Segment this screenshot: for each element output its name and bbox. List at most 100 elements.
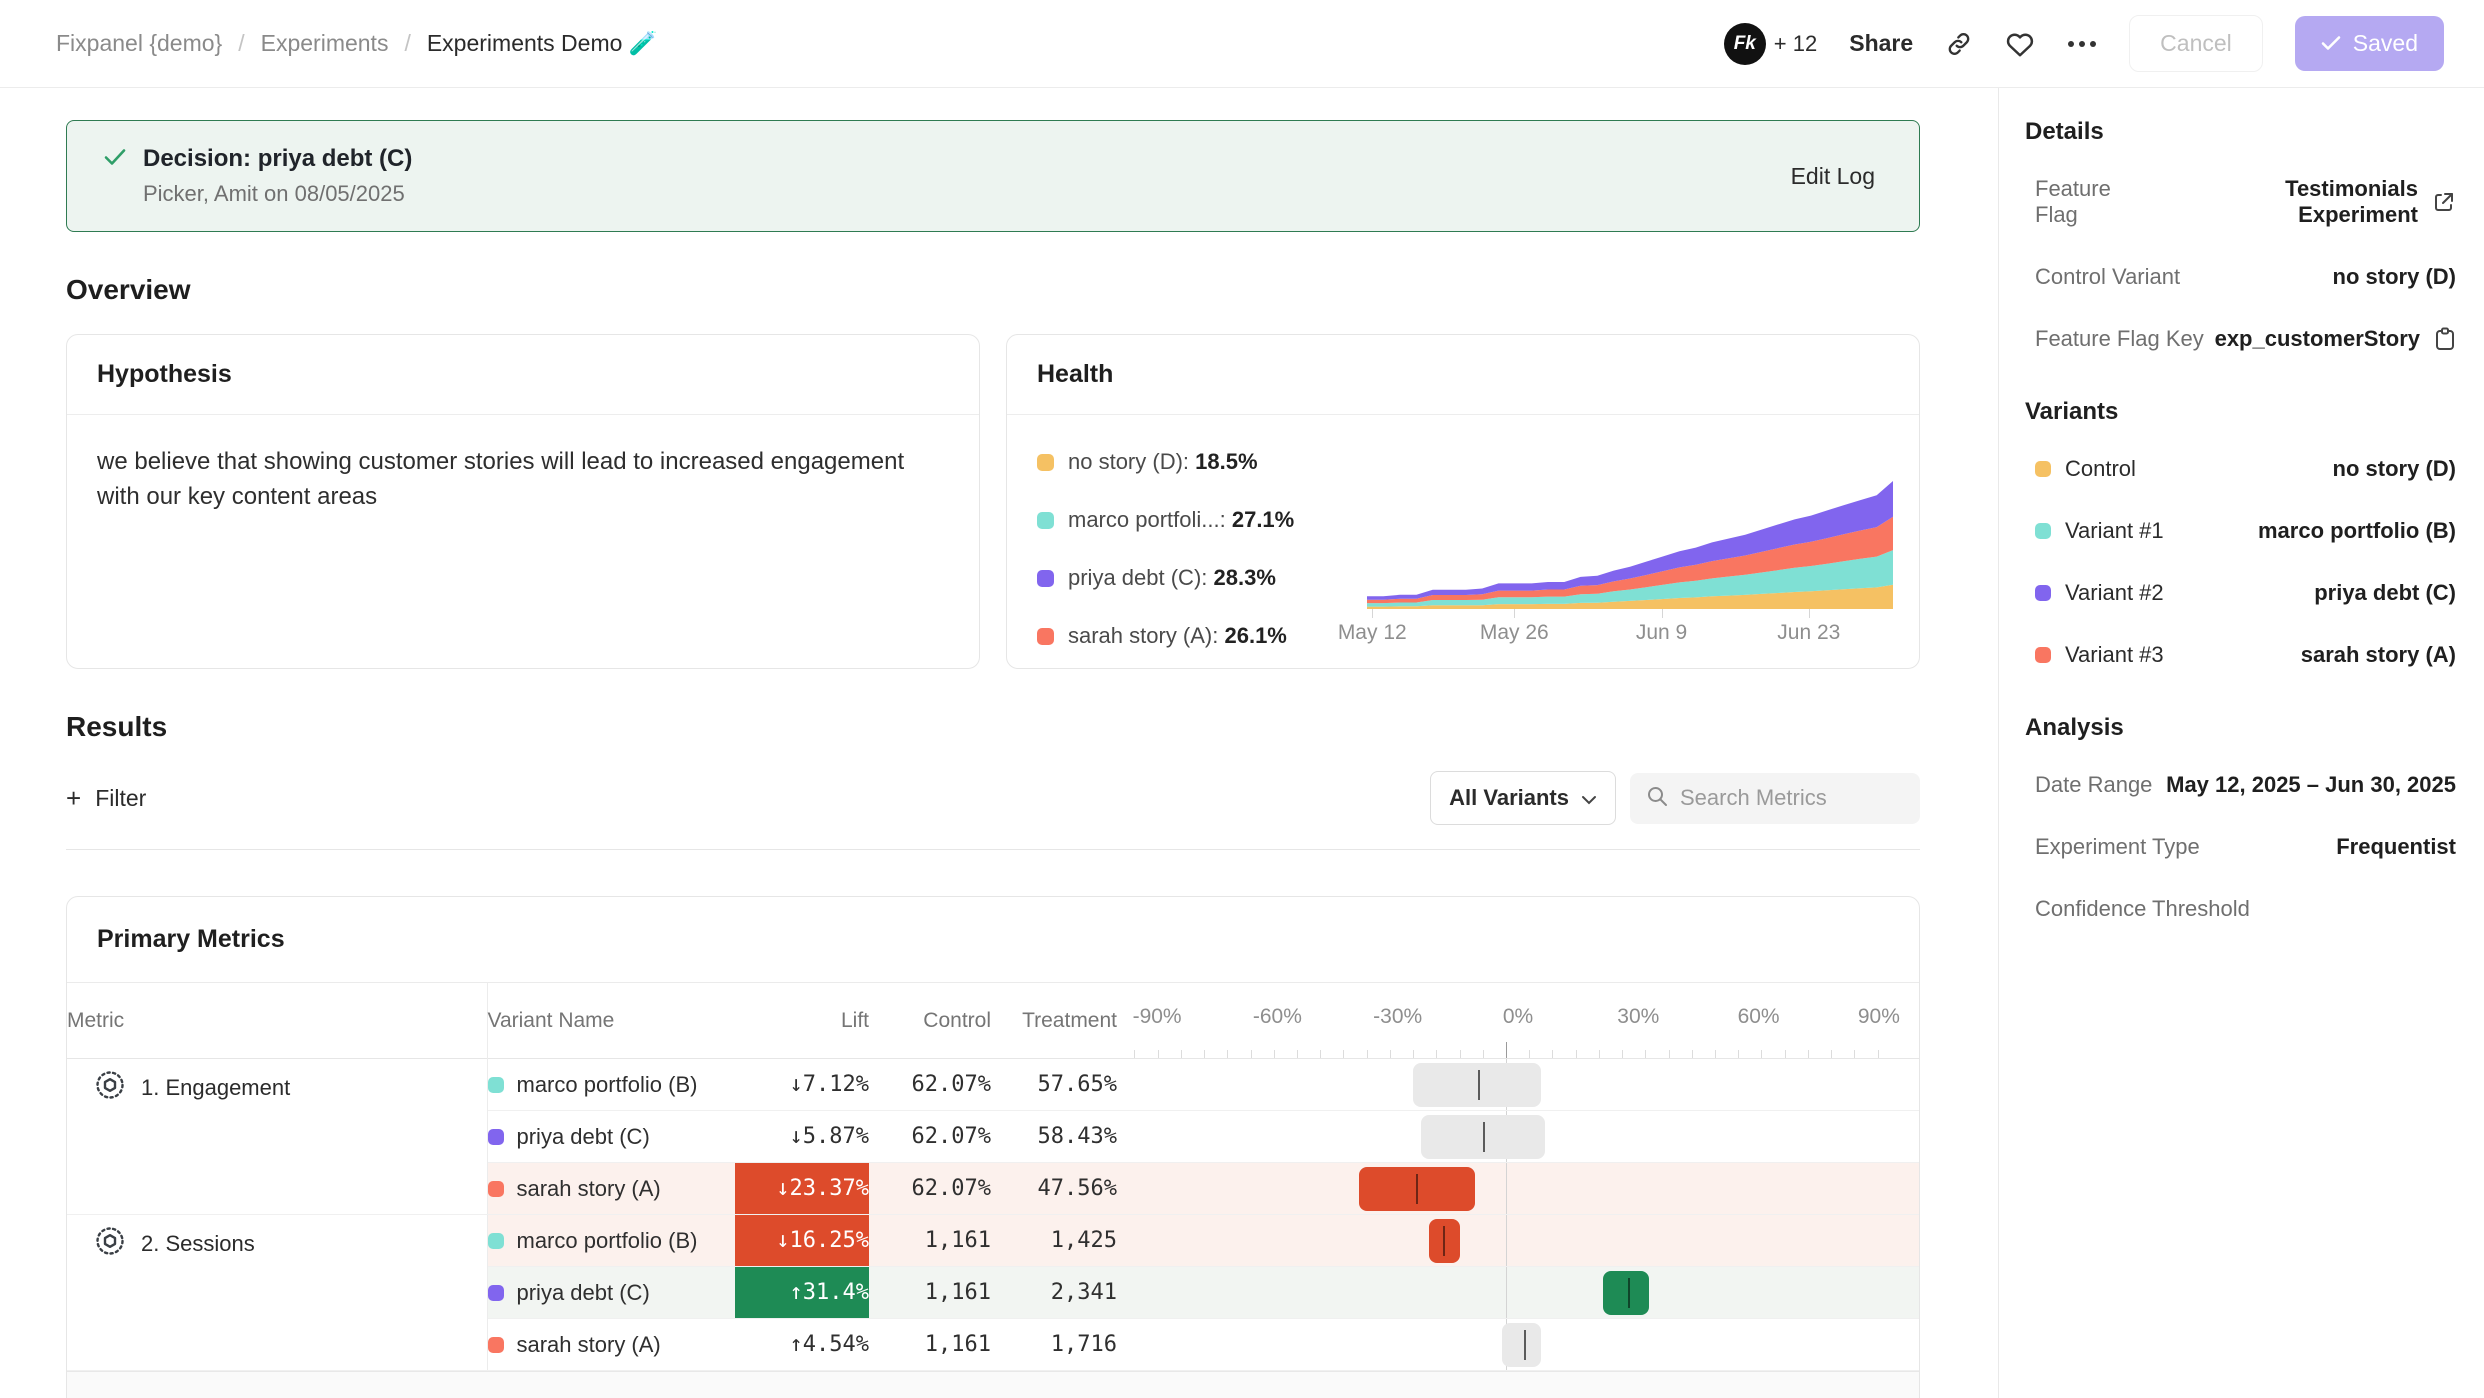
x-axis-tick (1514, 609, 1515, 618)
axis-tick (1297, 1050, 1298, 1058)
breadcrumb-item[interactable]: Fixpanel {demo} (56, 30, 222, 57)
metric-variant-row[interactable]: 1. Engagementmarco portfolio (B)↓7.12%62… (67, 1059, 1919, 1111)
variant-name: marco portfolio (B) (488, 1228, 736, 1254)
health-legend-item: marco portfoli...: 27.1% (1037, 507, 1367, 533)
axis-tick (1506, 1042, 1507, 1058)
chevron-down-icon (1581, 785, 1597, 811)
search-metrics-input[interactable] (1680, 785, 1904, 811)
copy-icon[interactable] (2434, 327, 2456, 351)
share-button[interactable]: Share (1849, 30, 1913, 57)
copy-link-button[interactable] (1945, 30, 1973, 58)
variant-key-label: Control (2065, 456, 2136, 482)
variant-name-label: priya debt (C) (517, 1280, 650, 1306)
avatar-group[interactable]: Fk + 12 (1724, 23, 1817, 65)
metric-target-icon (95, 1070, 125, 1106)
metric-name-label: 2. Sessions (141, 1231, 255, 1257)
lift-value-cell: ↑31.4% (735, 1267, 869, 1319)
axis-tick (1669, 1050, 1670, 1058)
axis-tick (1436, 1050, 1437, 1058)
detail-value: no story (D) (2333, 264, 2456, 290)
health-legend-item: sarah story (A): 26.1% (1037, 623, 1367, 649)
edit-log-button[interactable]: Edit Log (1791, 163, 1875, 190)
decision-check-icon (103, 147, 127, 172)
avatar[interactable]: Fk (1724, 23, 1766, 65)
zero-percent-line (1506, 1267, 1507, 1318)
variant-key-label: Variant #1 (2065, 518, 2164, 544)
topbar-actions: Fk + 12 Share Cancel (1724, 15, 2444, 72)
more-menu-button[interactable] (2067, 40, 2097, 48)
col-header-treatment: Treatment (991, 983, 1117, 1059)
breadcrumb-item[interactable]: Experiments Demo 🧪 (427, 30, 658, 57)
search-metrics-box[interactable] (1630, 773, 1920, 824)
x-axis-tick (1662, 609, 1663, 618)
health-chart: May 12May 26Jun 9Jun 23 (1367, 449, 1893, 649)
variant-color-chip (488, 1285, 504, 1301)
lift-value-cell: ↑4.54% (735, 1319, 869, 1371)
confidence-interval-cell (1117, 1163, 1919, 1215)
lift-value-cell: ↓5.87% (735, 1111, 869, 1163)
analysis-heading: Analysis (2025, 714, 2458, 742)
variant-color-chip (2035, 647, 2051, 663)
variant-color-chip (2035, 461, 2051, 477)
add-filter-button[interactable]: + Filter (66, 783, 146, 814)
variant-key-label: Variant #2 (2065, 580, 2164, 606)
hypothesis-body: we believe that showing customer stories… (67, 415, 947, 545)
axis-tick-label: -60% (1253, 1005, 1302, 1029)
detail-label: Feature Flag (2035, 176, 2160, 228)
x-axis-tick-label: Jun 9 (1636, 621, 1687, 645)
cancel-button[interactable]: Cancel (2129, 15, 2263, 72)
axis-tick-label: 60% (1738, 1005, 1780, 1029)
control-value-cell: 1,161 (869, 1319, 991, 1371)
lift-value-cell: ↓23.37% (735, 1163, 869, 1215)
confidence-interval-bar (1429, 1219, 1460, 1263)
analysis-row: Confidence Threshold (2013, 896, 2458, 922)
confidence-interval-mark (1443, 1226, 1445, 1256)
axis-tick (1785, 1050, 1786, 1058)
health-area-chart (1367, 481, 1893, 609)
favorite-button[interactable] (2005, 30, 2035, 58)
treatment-value-cell: 1,716 (991, 1319, 1117, 1371)
all-variants-label: All Variants (1449, 785, 1569, 811)
breadcrumb-item[interactable]: Experiments (261, 30, 389, 57)
axis-tick (1227, 1050, 1228, 1058)
variant-color-chip (2035, 523, 2051, 539)
col-header-control: Control (869, 983, 991, 1059)
metric-variant-row[interactable]: 2. Sessionsmarco portfolio (B)↓16.25%1,1… (67, 1215, 1919, 1267)
variant-color-chip (488, 1233, 504, 1249)
all-variants-dropdown[interactable]: All Variants (1430, 771, 1616, 825)
variant-row: Variant #3sarah story (A) (2013, 642, 2458, 668)
check-icon (2321, 30, 2341, 57)
treatment-value-cell: 58.43% (991, 1111, 1117, 1163)
confidence-interval-mark (1628, 1278, 1630, 1308)
metric-name-cell: 1. Engagement (67, 1059, 487, 1215)
breadcrumb-separator: / (404, 30, 410, 57)
analysis-value: Frequentist (2336, 834, 2456, 860)
axis-tick-strip (1119, 1042, 1893, 1058)
lift-value-cell: ↓7.12% (735, 1059, 869, 1111)
variant-name-cell: sarah story (A) (487, 1319, 735, 1371)
confidence-interval-mark (1483, 1122, 1485, 1152)
axis-tick (1343, 1050, 1344, 1058)
confidence-interval-bar (1359, 1167, 1475, 1211)
external-link-icon[interactable] (2432, 190, 2456, 214)
treatment-value-cell: 1,425 (991, 1215, 1117, 1267)
control-value-cell: 62.07% (869, 1163, 991, 1215)
variant-color-chip (488, 1077, 504, 1093)
plus-icon: + (66, 783, 81, 814)
primary-metrics-table: Metric Variant Name Lift Control Treatme… (67, 982, 1919, 1371)
variant-value: marco portfolio (B) (2258, 518, 2456, 544)
analysis-section: Analysis Date RangeMay 12, 2025 – Jun 30… (2013, 714, 2458, 922)
variants-section: Variants Controlno story (D)Variant #1ma… (2013, 398, 2458, 668)
axis-tick-label: -30% (1373, 1005, 1422, 1029)
confidence-interval-bar (1603, 1271, 1649, 1315)
col-header-variant: Variant Name (487, 983, 735, 1059)
add-metric-button[interactable]: + Add (67, 1371, 1919, 1398)
control-value-cell: 1,161 (869, 1267, 991, 1319)
detail-row: Feature Flag Keyexp_customerStory (2013, 326, 2458, 352)
results-heading: Results (66, 711, 1920, 743)
col-header-metric: Metric (67, 983, 487, 1059)
col-header-lift-axis: -90%-60%-30%0%30%60%90% (1117, 983, 1919, 1059)
variant-name-cell: marco portfolio (B) (487, 1215, 735, 1267)
saved-button[interactable]: Saved (2295, 16, 2444, 71)
variant-color-chip (488, 1337, 504, 1353)
